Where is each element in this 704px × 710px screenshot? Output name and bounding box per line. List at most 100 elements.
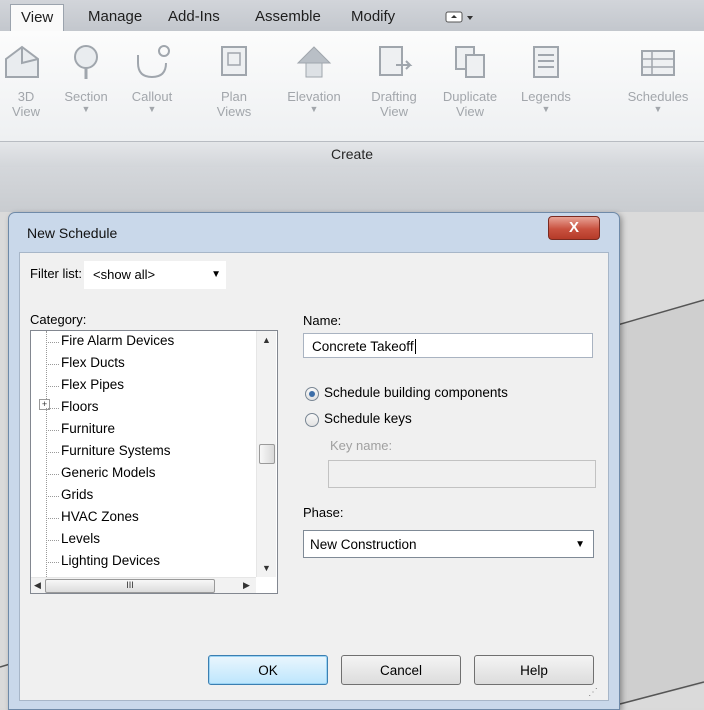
category-item[interactable]: Furniture xyxy=(61,421,115,436)
3d-view-button[interactable]: 3D View xyxy=(0,37,54,137)
vertical-scroll-thumb[interactable] xyxy=(259,444,275,464)
radio-schedule-keys-label[interactable]: Schedule keys xyxy=(324,411,412,426)
callout-icon xyxy=(137,45,170,79)
tab-manage[interactable]: Manage xyxy=(78,4,152,30)
category-item[interactable]: HVAC Zones xyxy=(61,509,139,524)
section-label: Section xyxy=(64,89,108,104)
category-item[interactable]: Levels xyxy=(61,531,100,546)
toolbar-strip xyxy=(0,167,704,212)
close-icon: X xyxy=(568,219,579,236)
category-vertical-scrollbar[interactable]: ▲ ▼ xyxy=(256,331,276,577)
elevation-label: Elevation xyxy=(287,89,341,104)
close-button[interactable]: X xyxy=(548,216,600,240)
category-label: Category: xyxy=(30,312,87,327)
dialog-title: New Schedule xyxy=(27,225,118,241)
category-item[interactable]: Generic Models xyxy=(61,465,156,480)
panel-toggle-icon xyxy=(445,11,473,23)
chevron-down-icon: ▼ xyxy=(575,539,585,550)
callout-dropdown-arrow[interactable]: ▼ xyxy=(120,104,184,114)
schedule-name-value: Concrete Takeoff xyxy=(312,339,414,354)
plan-views-button[interactable]: Plan Views xyxy=(202,37,266,137)
dialog-body: Filter list: <show all> ▼ Category: + Fi… xyxy=(19,252,609,701)
category-item[interactable]: Floors xyxy=(61,399,99,414)
legends-label: Legends xyxy=(521,89,571,104)
tree-connector xyxy=(46,452,59,453)
scroll-left-icon[interactable]: ◀ xyxy=(34,580,41,591)
key-name-input[interactable] xyxy=(328,460,596,488)
house-3d-icon xyxy=(5,45,39,78)
duplicate-view-button[interactable]: Duplicate View xyxy=(438,37,502,137)
tree-connector xyxy=(46,562,59,563)
tree-connector xyxy=(46,364,59,365)
category-item[interactable]: Furniture Systems xyxy=(61,443,171,458)
panel-title-create: Create xyxy=(330,146,374,162)
elevation-dropdown-arrow[interactable]: ▼ xyxy=(282,104,346,114)
phase-select[interactable]: New Construction ▼ xyxy=(303,530,594,558)
key-name-label: Key name: xyxy=(330,438,393,453)
tab-modify[interactable]: Modify xyxy=(341,4,405,30)
tree-connector xyxy=(46,540,59,541)
schedules-label: Schedules xyxy=(627,89,689,104)
chevron-down-icon: ▼ xyxy=(211,269,221,280)
section-dropdown-arrow[interactable]: ▼ xyxy=(54,104,118,114)
filter-list-label: Filter list: xyxy=(30,266,82,281)
category-item[interactable]: Flex Pipes xyxy=(61,377,124,392)
legends-dropdown-arrow[interactable]: ▼ xyxy=(514,104,578,114)
duplicate-view-icon xyxy=(455,46,485,78)
horizontal-scroll-thumb[interactable]: III xyxy=(45,579,215,593)
radio-schedule-keys[interactable] xyxy=(305,413,319,427)
tab-view[interactable]: View xyxy=(10,4,65,32)
phase-value: New Construction xyxy=(310,537,417,552)
filter-list-value: <show all> xyxy=(93,267,156,282)
cancel-button[interactable]: Cancel xyxy=(341,655,461,685)
ok-button[interactable]: OK xyxy=(208,655,328,685)
callout-label: Callout xyxy=(131,89,173,104)
tree-connector xyxy=(46,518,59,519)
category-item[interactable]: Grids xyxy=(61,487,93,502)
tree-connector xyxy=(46,408,59,409)
schedules-icon xyxy=(641,50,675,76)
tree-connector xyxy=(46,430,59,431)
duplicate-view-label: Duplicate View xyxy=(442,89,498,119)
scroll-down-icon[interactable]: ▼ xyxy=(262,563,271,573)
quick-access-dropdown[interactable] xyxy=(445,10,475,24)
elevation-button[interactable]: Elevation ▼ xyxy=(282,37,346,137)
name-label: Name: xyxy=(303,313,342,328)
panel-title-bar: Create xyxy=(0,141,704,168)
category-tree[interactable]: + Fire Alarm Devices Flex Ducts Flex Pipes… xyxy=(30,330,278,594)
help-button[interactable]: Help xyxy=(474,655,594,685)
drafting-view-button[interactable]: Drafting View xyxy=(362,37,426,137)
legends-icon xyxy=(533,46,559,78)
scroll-up-icon[interactable]: ▲ xyxy=(262,335,271,345)
tab-assemble[interactable]: Assemble xyxy=(245,4,331,30)
tab-add-ins[interactable]: Add-Ins xyxy=(158,4,230,30)
filter-list-select[interactable]: <show all> ▼ xyxy=(84,261,226,289)
3d-view-label: 3D View xyxy=(12,89,40,119)
ribbon-panel: 3D View Section ▼ Callout ▼ Plan Views E… xyxy=(0,31,704,141)
schedules-button[interactable]: Schedules ▼ xyxy=(626,37,690,137)
new-schedule-dialog: New Schedule X Filter list: <show all> ▼… xyxy=(8,212,620,710)
resize-grip-icon[interactable]: ⋰ xyxy=(588,687,598,698)
section-button[interactable]: Section ▼ xyxy=(54,37,118,137)
ribbon-tab-bar: View Manage Add-Ins Assemble Modify xyxy=(0,0,704,32)
drafting-view-icon xyxy=(379,46,413,76)
elevation-icon xyxy=(296,46,332,78)
category-horizontal-scrollbar[interactable]: ◀ III ▶ xyxy=(31,577,256,593)
radio-schedule-components[interactable] xyxy=(305,387,319,401)
category-item[interactable]: Fire Alarm Devices xyxy=(61,333,174,348)
text-cursor xyxy=(414,339,416,354)
tree-connector xyxy=(46,496,59,497)
category-item[interactable]: Lighting Devices xyxy=(61,553,160,568)
plan-views-icon xyxy=(221,46,247,76)
callout-button[interactable]: Callout ▼ xyxy=(120,37,184,137)
tree-connector xyxy=(46,342,59,343)
legends-button[interactable]: Legends ▼ xyxy=(514,37,578,137)
radio-schedule-components-label[interactable]: Schedule building components xyxy=(324,385,508,400)
tree-connector xyxy=(46,386,59,387)
scroll-right-icon[interactable]: ▶ xyxy=(243,580,250,591)
category-item[interactable]: Flex Ducts xyxy=(61,355,125,370)
tree-connector xyxy=(46,474,59,475)
schedules-dropdown-arrow[interactable]: ▼ xyxy=(626,104,690,114)
tree-guide-line xyxy=(46,331,47,583)
schedule-name-input[interactable]: Concrete Takeoff xyxy=(303,333,593,358)
